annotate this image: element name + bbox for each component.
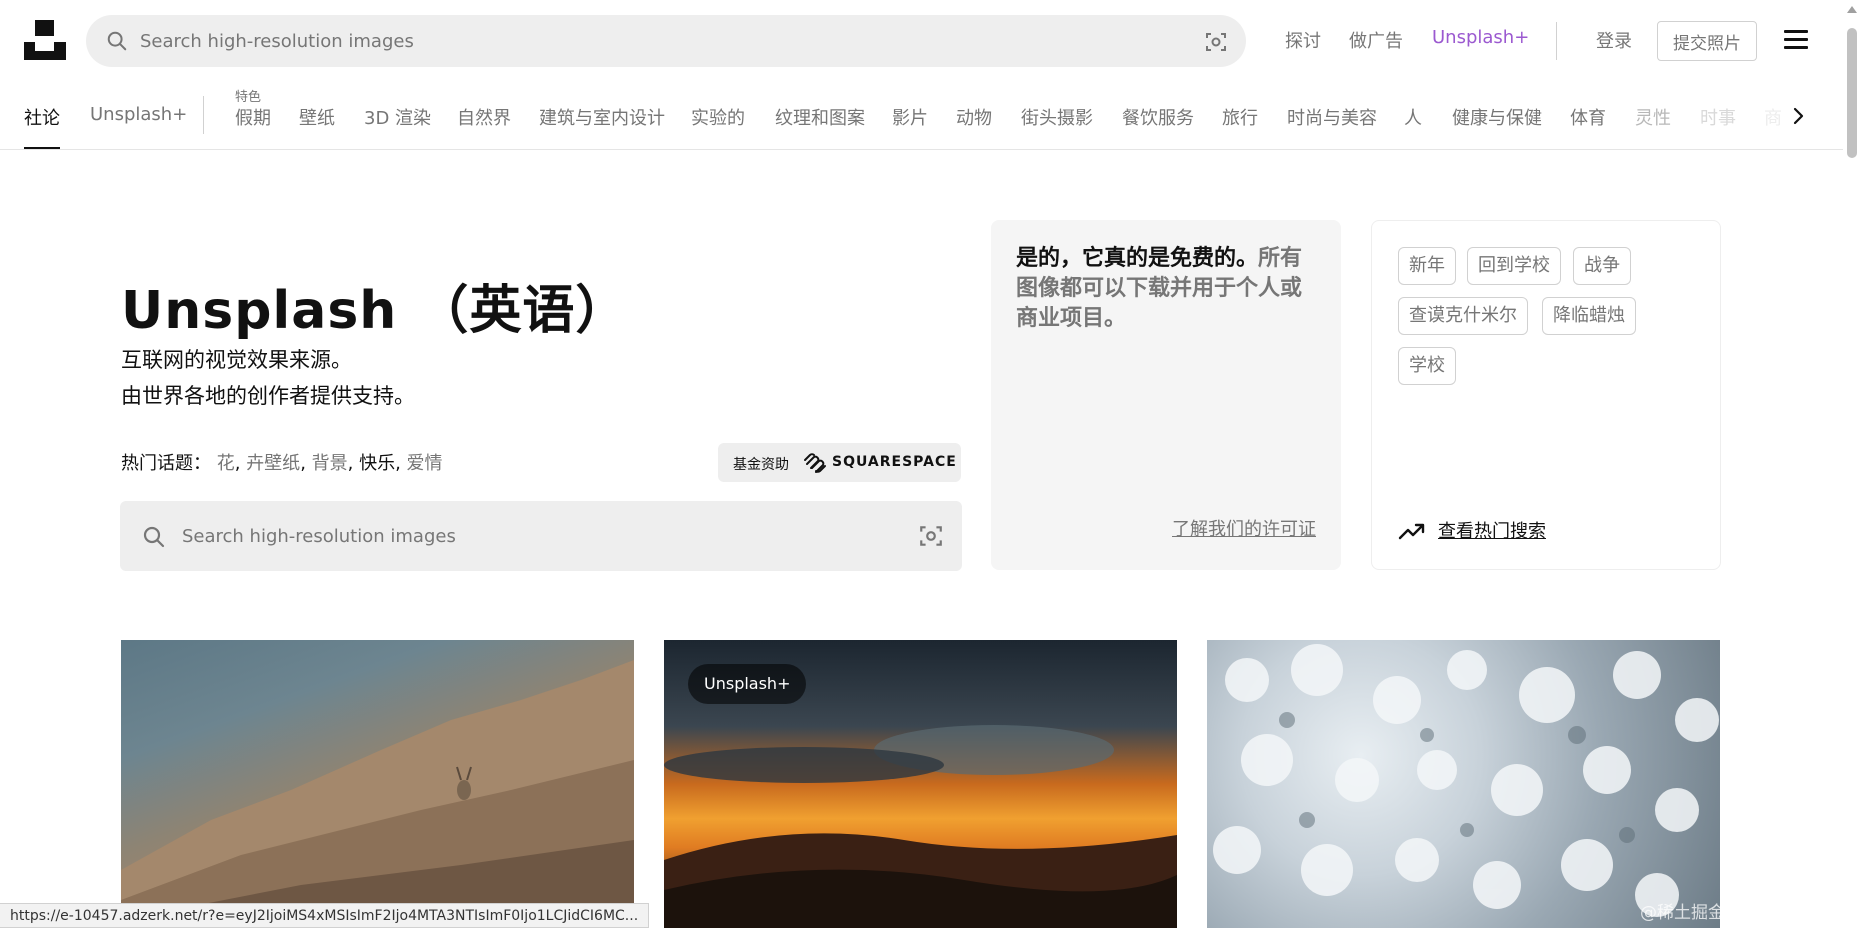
tab-travel[interactable]: 旅行	[1222, 104, 1258, 130]
search-icon[interactable]	[106, 30, 128, 52]
trending-item[interactable]: 爱情	[407, 453, 443, 474]
hero-subtitle-line1: 互联网的视觉效果来源。	[121, 348, 352, 372]
tab-street-photography[interactable]: 街头摄影	[1021, 104, 1093, 130]
menu-icon[interactable]	[1784, 30, 1808, 50]
trend-chip[interactable]: 新年	[1398, 247, 1456, 285]
trending-label: 热门话题：	[121, 453, 211, 474]
visual-search-icon[interactable]	[1204, 30, 1228, 54]
trend-chip[interactable]: 学校	[1398, 347, 1456, 385]
sponsor-badge[interactable]: 基金资助 SQUARESPACE	[718, 443, 961, 482]
sponsor-label: 基金资助	[733, 457, 789, 473]
tab-architecture-interiors[interactable]: 建筑与室内设计	[539, 104, 665, 130]
submit-photo-button[interactable]: 提交照片	[1657, 21, 1757, 61]
tab-unsplash-plus[interactable]: Unsplash+	[90, 104, 187, 125]
status-bar-url: https://e-10457.adzerk.net/r?e=eyJ2IjoiM…	[0, 903, 650, 928]
photo-ibex-mountain-image	[121, 660, 634, 928]
trending-item[interactable]: 背景	[312, 453, 348, 474]
tab-nature[interactable]: 自然界	[457, 104, 511, 130]
license-text: 是的，它真的是免费的。所有图像都可以下载并用于个人或商业项目。	[1016, 244, 1321, 334]
scrollbar-thumb[interactable]	[1847, 28, 1857, 158]
trend-chip[interactable]: 回到学校	[1467, 247, 1561, 285]
sponsor-name: SQUARESPACE	[832, 454, 957, 470]
tab-animals[interactable]: 动物	[956, 104, 992, 130]
hero-search-bar[interactable]	[120, 501, 962, 571]
trending-searches-card: 新年 回到学校 战争 查谟克什米尔 降临蜡烛 学校 查看热门搜索	[1371, 220, 1721, 570]
active-tab-indicator	[24, 147, 60, 149]
tab-editorial[interactable]: 社论	[24, 104, 60, 130]
tab-holidays[interactable]: 假期	[235, 104, 271, 130]
license-bold-text: 是的，它真的是免费的。	[1016, 246, 1259, 271]
squarespace-logo-icon	[804, 453, 826, 473]
license-card: 是的，它真的是免费的。所有图像都可以下载并用于个人或商业项目。 了解我们的许可证	[991, 220, 1341, 570]
page-scrollbar[interactable]	[1843, 0, 1860, 928]
tab-fashion-beauty[interactable]: 时尚与美容	[1287, 104, 1377, 130]
nav-advertise-link[interactable]: 做广告	[1349, 27, 1403, 53]
login-link[interactable]: 登录	[1596, 27, 1632, 53]
logo-top-shape	[35, 20, 54, 36]
tab-spirituality[interactable]: 灵性	[1635, 104, 1671, 130]
photo-snowy-forest[interactable]	[1207, 640, 1720, 928]
tab-experimental[interactable]: 实验的	[691, 104, 745, 130]
trend-chip[interactable]: 降临蜡烛	[1542, 297, 1636, 335]
tab-film[interactable]: 影片	[892, 104, 928, 130]
trending-item[interactable]: 卉壁纸	[246, 453, 300, 474]
scroll-up-arrow-icon[interactable]	[1847, 6, 1857, 13]
photo-ibex-mountain[interactable]	[121, 640, 634, 928]
tab-wallpapers[interactable]: 壁纸	[299, 104, 335, 130]
trend-chip[interactable]: 战争	[1573, 247, 1631, 285]
header-divider	[1556, 22, 1557, 60]
top-header: 探讨 做广告 Unsplash+ 登录 提交照片 社论 Unsplash+ 特色…	[0, 0, 1860, 150]
view-trending-searches-label: 查看热门搜索	[1438, 521, 1546, 542]
license-link[interactable]: 了解我们的许可证	[1172, 515, 1316, 541]
unsplash-plus-badge: Unsplash+	[688, 664, 807, 704]
tabs-divider	[203, 96, 204, 134]
chevron-right-icon[interactable]	[1786, 104, 1810, 128]
nav-explore-link[interactable]: 探讨	[1285, 27, 1321, 53]
trending-item[interactable]: 花	[217, 453, 235, 474]
trend-chip[interactable]: 查谟克什米尔	[1398, 297, 1528, 335]
trending-topics: 热门话题： 花, 卉壁纸, 背景, 快乐, 爱情	[121, 453, 443, 474]
hero-search-input[interactable]	[182, 501, 882, 571]
visual-search-icon[interactable]	[918, 523, 944, 549]
trending-item[interactable]: 快乐	[359, 453, 395, 474]
header-search-bar[interactable]	[86, 15, 1246, 67]
photo-sunset-hills[interactable]: Unsplash+	[664, 640, 1177, 928]
tab-health-wellness[interactable]: 健康与保健	[1452, 104, 1542, 130]
nav-unsplash-plus-link[interactable]: Unsplash+	[1432, 27, 1529, 48]
header-search-input[interactable]	[140, 15, 1140, 67]
photo-snowy-forest-image	[1213, 644, 1719, 917]
hero-subtitle-line2: 由世界各地的创作者提供支持。	[121, 384, 415, 408]
tab-people[interactable]: 人	[1404, 104, 1422, 130]
watermark-text: @稀土掘金技术社区	[1640, 903, 1793, 923]
tab-business[interactable]: 商	[1764, 104, 1782, 130]
tab-3d-renders[interactable]: 3D 渲染	[364, 104, 431, 130]
unsplash-logo[interactable]	[24, 20, 66, 60]
logo-bottom-shape	[24, 42, 66, 60]
search-icon[interactable]	[142, 525, 166, 549]
featured-label: 特色	[235, 90, 262, 105]
trending-up-icon	[1398, 523, 1425, 540]
tab-current-events[interactable]: 时事	[1700, 104, 1736, 130]
hero-title: Unsplash （英语）	[121, 281, 629, 341]
tab-textures-patterns[interactable]: 纹理和图案	[775, 104, 865, 130]
tab-food-drink[interactable]: 餐饮服务	[1122, 104, 1194, 130]
tab-sports[interactable]: 体育	[1570, 104, 1606, 130]
